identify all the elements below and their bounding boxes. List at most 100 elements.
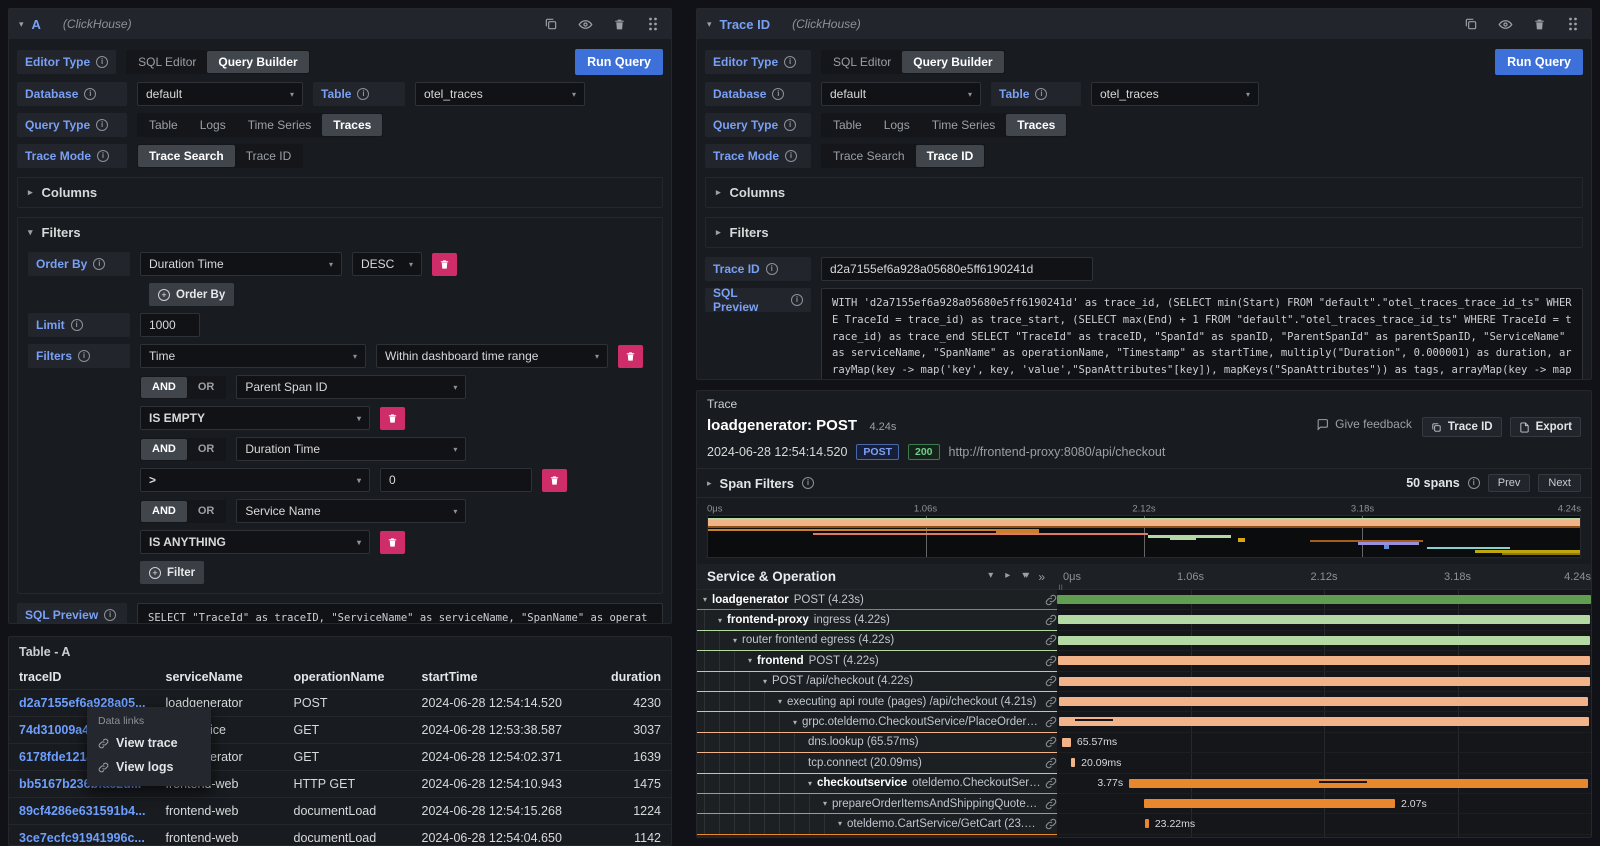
span-name-cell[interactable]: ▾grpc.oteldemo.CheckoutService/PlaceOrde… [697,712,1057,732]
filter-time-field-select[interactable]: Time▾ [140,344,366,368]
span-duration-bar[interactable] [1059,697,1588,706]
span-collapse-chevron-icon[interactable]: ▾ [808,779,812,788]
option-table[interactable]: Table [822,114,873,136]
export-button[interactable]: Export [1510,417,1581,437]
filter-operator-select[interactable]: IS ANYTHING▾ [140,530,370,554]
span-link-icon[interactable] [1041,675,1057,687]
column-header-duration[interactable]: duration [592,665,672,690]
column-header-operationName[interactable]: operationName [284,665,412,690]
span-duration-bar[interactable] [1058,615,1591,624]
span-name-cell[interactable]: ▾executing api route (pages) /api/checko… [697,692,1057,712]
order-by-field-select[interactable]: Duration Time▾ [140,252,342,276]
columns-collapse[interactable]: ▸Columns [705,177,1583,208]
filter-field-select[interactable]: Service Name▾ [236,499,466,523]
span-link-icon[interactable] [1041,798,1057,810]
option-query-builder[interactable]: Query Builder [207,51,308,73]
span-bar-cell[interactable] [1057,692,1591,712]
hide-response-eye-icon[interactable] [577,16,593,32]
span-name-cell[interactable]: ▾loadgeneratorPOST (4.23s) [697,590,1057,610]
filter-field-select[interactable]: Duration Time▾ [236,437,466,461]
span-bar-cell[interactable] [1057,672,1591,692]
span-row[interactable]: ▾loadgeneratorPOST (4.23s) [697,590,1591,610]
span-collapse-chevron-icon[interactable]: ▾ [823,799,827,808]
span-bar-cell[interactable] [1057,631,1591,651]
span-collapse-chevron-icon[interactable]: ▾ [838,819,842,828]
filter-operator-select[interactable]: >▾ [140,468,370,492]
span-bar-cell[interactable]: 65.57ms [1057,733,1591,753]
span-link-icon[interactable] [1041,716,1057,728]
span-name-cell[interactable]: ▾frontendPOST (4.22s) [697,651,1057,671]
span-duration-bar[interactable] [1145,819,1149,828]
span-duration-bar[interactable] [1062,738,1071,747]
span-duration-bar[interactable] [1129,779,1588,788]
option-table[interactable]: Table [138,114,189,136]
column-header-serviceName[interactable]: serviceName [156,665,284,690]
span-name-cell[interactable]: ▾POST /api/checkout (4.22s) [697,672,1057,692]
remove-filter-trash-button[interactable] [380,407,405,430]
and-option[interactable]: AND [141,501,187,522]
option-sql-editor[interactable]: SQL Editor [127,51,207,73]
add-filter-button[interactable]: +Filter [140,561,204,584]
span-collapse-chevron-icon[interactable]: ▾ [733,636,737,645]
hide-response-eye-icon[interactable] [1497,16,1513,32]
span-bar-cell[interactable]: 23.22ms [1057,814,1591,834]
span-filters-chevron-icon[interactable]: ▸ [707,478,712,489]
span-duration-bar[interactable] [1058,636,1590,645]
span-duration-bar[interactable] [1071,758,1075,767]
span-duration-bar[interactable] [1057,595,1591,604]
span-name-cell[interactable]: ▾prepareOrderItemsAndShippingQuoteFromCa… [697,794,1057,814]
option-time-series[interactable]: Time Series [237,114,323,136]
collapse-one-icon[interactable]: ▾ [988,570,993,584]
span-link-icon[interactable] [1041,736,1057,748]
span-collapse-chevron-icon[interactable]: ▾ [703,595,707,604]
span-link-icon[interactable] [1041,777,1057,789]
or-option[interactable]: OR [187,377,226,398]
span-name-cell[interactable]: ▾frontend-proxyingress (4.22s) [697,610,1057,630]
prev-button[interactable]: Prev [1488,474,1531,492]
option-query-builder[interactable]: Query Builder [902,51,1003,73]
filter-operator-select[interactable]: IS EMPTY▾ [140,406,370,430]
span-bar-cell[interactable] [1057,651,1591,671]
filter-time-range-select[interactable]: Within dashboard time range▾ [376,344,608,368]
database-select[interactable]: default▾ [821,82,981,106]
span-collapse-chevron-icon[interactable]: ▾ [793,718,797,727]
columns-collapse[interactable]: ▸Columns [17,177,663,208]
span-row[interactable]: ▾executing api route (pages) /api/checko… [697,692,1591,712]
trace-id-input[interactable] [821,257,1093,281]
option-trace-search[interactable]: Trace Search [138,145,235,167]
span-link-icon[interactable] [1041,614,1057,626]
and-option[interactable]: AND [141,439,187,460]
option-sql-editor[interactable]: SQL Editor [822,51,902,73]
view-logs-link[interactable]: View logs [87,755,211,779]
trace-id-cell-link[interactable]: 89cf4286e631591b4... [9,798,156,825]
span-bar-cell[interactable]: 3.77s [1057,774,1591,794]
trace-id-cell-link[interactable]: 3ce7ecfc91941996c... [9,825,156,846]
span-bar-cell[interactable]: 2.07s [1057,794,1591,814]
span-duration-bar[interactable] [1144,799,1395,808]
span-link-icon[interactable] [1041,655,1057,667]
filters-collapse[interactable]: ▸Filters [705,217,1583,248]
span-link-icon[interactable] [1041,696,1057,708]
span-row[interactable]: ▾frontendPOST (4.22s) [697,651,1591,671]
span-name-cell[interactable]: ▾router frontend egress (4.22s) [697,631,1057,651]
span-collapse-chevron-icon[interactable]: ▾ [778,697,782,706]
span-bar-cell[interactable] [1057,610,1591,630]
span-name-cell[interactable]: dns.lookup (65.57ms) [697,733,1057,753]
or-option[interactable]: OR [187,439,226,460]
duplicate-icon[interactable] [543,16,559,32]
remove-filter-trash-button[interactable] [380,531,405,554]
column-header-startTime[interactable]: startTime [412,665,592,690]
and-option[interactable]: AND [141,377,187,398]
span-row[interactable]: ▾oteldemo.CartService/GetCart (23.22ms)2… [697,814,1591,834]
limit-input[interactable] [140,313,200,337]
drag-handle-icon[interactable] [1565,16,1581,32]
run-query-button[interactable]: Run Query [575,49,663,75]
span-link-icon[interactable] [1041,634,1057,646]
span-row[interactable]: ▾POST /api/checkout (4.22s) [697,672,1591,692]
span-row[interactable]: ▾router frontend egress (4.22s) [697,631,1591,651]
view-trace-link[interactable]: View trace [87,731,211,755]
collapse-chevron-icon[interactable]: ▾ [19,19,24,30]
span-duration-bar[interactable] [1059,717,1589,726]
option-traces[interactable]: Traces [322,114,382,136]
span-duration-bar[interactable] [1059,677,1590,686]
